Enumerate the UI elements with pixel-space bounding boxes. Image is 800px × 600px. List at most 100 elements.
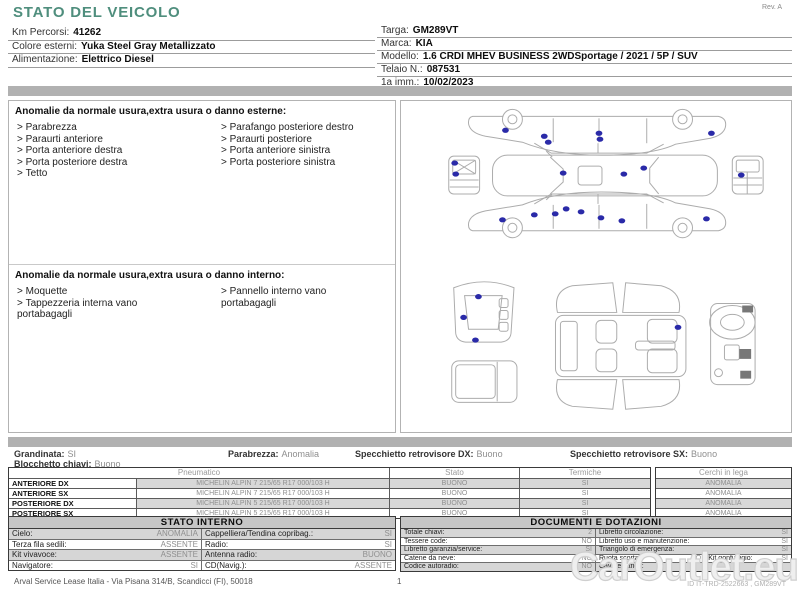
table-row: ANOMALIA [656, 489, 791, 499]
info-cell: Navigatore: SI [9, 561, 202, 571]
info-label: Libretto uso e manutenzione: [599, 538, 689, 546]
info-value: NO [578, 563, 593, 571]
column-header-cerchi: Cerchi in lega [656, 468, 791, 478]
cabin-top-view [555, 283, 685, 409]
column-header-pneumatico: Pneumatico [9, 468, 390, 478]
tire-termiche: SI [520, 499, 650, 508]
cerchi-value: ANOMALIA [656, 489, 791, 498]
damage-marker [618, 218, 625, 223]
info-value: ANOMALIA [153, 529, 198, 539]
damage-marker [499, 217, 506, 222]
info-cell: Antenna radio: BUONO [202, 550, 395, 560]
column-header-stato: Stato [390, 468, 520, 478]
damage-marker [560, 170, 567, 175]
documenti-table: DOCUMENTI E DOTAZIONI Totale chiavi:2 Li… [400, 516, 792, 572]
field-value: 087531 [427, 64, 460, 76]
status-value: Buono [691, 449, 717, 459]
cerchi-value: ANOMALIA [656, 479, 791, 488]
field-label: Targa: [381, 25, 409, 37]
internal-anomalies-list: Moquette Tappezzeria interna vano portab… [15, 286, 389, 321]
anomalies-column: Parabrezza Paraurti anteriore Porta ante… [17, 122, 167, 180]
anomaly-item: Porta anteriore destra [17, 145, 167, 157]
cerchi-value: ANOMALIA [656, 499, 791, 508]
anomalies-column: Parafango posteriore destro Paraurti pos… [221, 122, 381, 180]
info-value: SI [777, 529, 788, 537]
field-value: 1.6 CRDI MHEV BUSINESS 2WDSportage / 202… [423, 51, 698, 63]
trunk-closed-view [452, 361, 517, 403]
info-cell: Totale chiavi: 2 [401, 529, 596, 537]
info-value [784, 563, 788, 571]
table-row: ANOMALIA [656, 499, 791, 509]
status-parabrezza: Parabrezza:Anomalia [228, 449, 319, 459]
external-anomalies-list: Parabrezza Paraurti anteriore Porta ante… [15, 122, 389, 180]
info-value: SI [380, 529, 392, 539]
field-km-percorsi: Km Percorsi: 41262 [8, 27, 375, 41]
info-cell: Catene da neve:NO [401, 555, 596, 563]
vehicle-summary-right: Targa: GM289VT Marca: KIA Modello: 1.6 C… [377, 25, 792, 90]
status-value: Anomalia [282, 449, 320, 459]
info-label: Totale chiavi: [404, 529, 444, 537]
external-anomalies-section: Anomalie da normale usura,extra usura o … [9, 101, 395, 265]
info-label: Triangolo di emergenza: [599, 546, 674, 554]
field-colore-esterni: Colore esterni: Yuka Steel Gray Metalliz… [8, 41, 375, 55]
damage-marker [738, 172, 745, 177]
info-value: SI [777, 555, 788, 563]
tire-spec: MICHELIN ALPIN 7 215/65 R17 000/103 H [137, 489, 390, 498]
field-targa: Targa: GM289VT [377, 25, 792, 38]
info-value: NO [687, 555, 702, 563]
interior-diagram-svg [401, 266, 791, 432]
damage-marker [578, 209, 585, 214]
divider-bar [8, 437, 792, 447]
info-cell: Cavo elettrico: [596, 563, 791, 571]
info-cell: Tessere code:NO [401, 538, 596, 546]
info-value: SI [777, 546, 788, 554]
info-value: SI [186, 561, 198, 571]
damage-marker [598, 215, 605, 220]
info-label: Kit gonfiaggio: [708, 555, 752, 563]
anomaly-item: Parabrezza [17, 122, 167, 134]
vehicle-summary-left: Km Percorsi: 41262 Colore esterni: Yuka … [8, 27, 375, 68]
anomalies-column: Moquette Tappezzeria interna vano portab… [17, 286, 167, 321]
vehicle-report-page: STATO DEL VEICOLO Rev. A Km Percorsi: 41… [0, 0, 800, 600]
status-label: Specchietto retrovisore DX: [355, 449, 474, 459]
table-row: Tessere code:NO Libretto uso e manutenzi… [401, 538, 791, 547]
damage-marker [563, 206, 570, 211]
status-specchietto-sx: Specchietto retrovisore SX:Buono [570, 449, 717, 459]
table-row: Catene da neve:NO Ruota scorta:NO Kit go… [401, 555, 791, 564]
info-label: Antenna radio: [205, 550, 257, 560]
tire-position: POSTERIORE DX [9, 499, 137, 508]
revision-label: Rev. A [762, 4, 782, 11]
damage-marker [541, 134, 548, 139]
status-grandinata: Grandinata:SI [14, 449, 76, 459]
car-rear-view [732, 156, 763, 194]
field-marca: Marca: KIA [377, 38, 792, 51]
damage-marker [545, 140, 552, 145]
info-value: BUONO [359, 550, 392, 560]
table-row: ANOMALIA [656, 479, 791, 489]
info-value: 2 [584, 529, 592, 537]
anomaly-item: Moquette [17, 286, 167, 298]
footer-doc-id: ID IT-TRD-2522663 , GM289VT [687, 581, 786, 588]
info-value: NO [578, 555, 593, 563]
field-value: KIA [416, 38, 433, 50]
field-alimentazione: Alimentazione: Elettrico Diesel [8, 54, 375, 68]
tires-table: Pneumatico Stato Termiche ANTERIORE DX M… [8, 467, 651, 519]
car-top-view [493, 151, 718, 200]
tire-position: ANTERIORE DX [9, 479, 137, 488]
field-label: Marca: [381, 38, 412, 50]
tires-table-header: Pneumatico Stato Termiche [9, 468, 650, 479]
anomaly-item: Tetto [17, 168, 167, 180]
anomaly-item: Paraurti anteriore [17, 134, 167, 146]
tire-stato: BUONO [390, 499, 520, 508]
info-cell: Cappelliera/Tendina copribag.:SI [202, 529, 395, 539]
page-title: STATO DEL VEICOLO [13, 4, 181, 21]
anomaly-item: Tappezzeria interna vano portabagagli [17, 298, 167, 321]
damage-marker [472, 338, 479, 343]
info-cell: Kit vivavoce:ASSENTE [9, 550, 202, 560]
status-label: Grandinata: [14, 449, 65, 459]
table-row: ANTERIORE DX MICHELIN ALPIN 7 215/65 R17… [9, 479, 650, 489]
info-cell: Libretto uso e manutenzione:SI [596, 538, 791, 546]
interior-damage-diagram [401, 266, 791, 432]
info-label: Navigatore: [12, 561, 53, 571]
status-label: Parabrezza: [228, 449, 279, 459]
